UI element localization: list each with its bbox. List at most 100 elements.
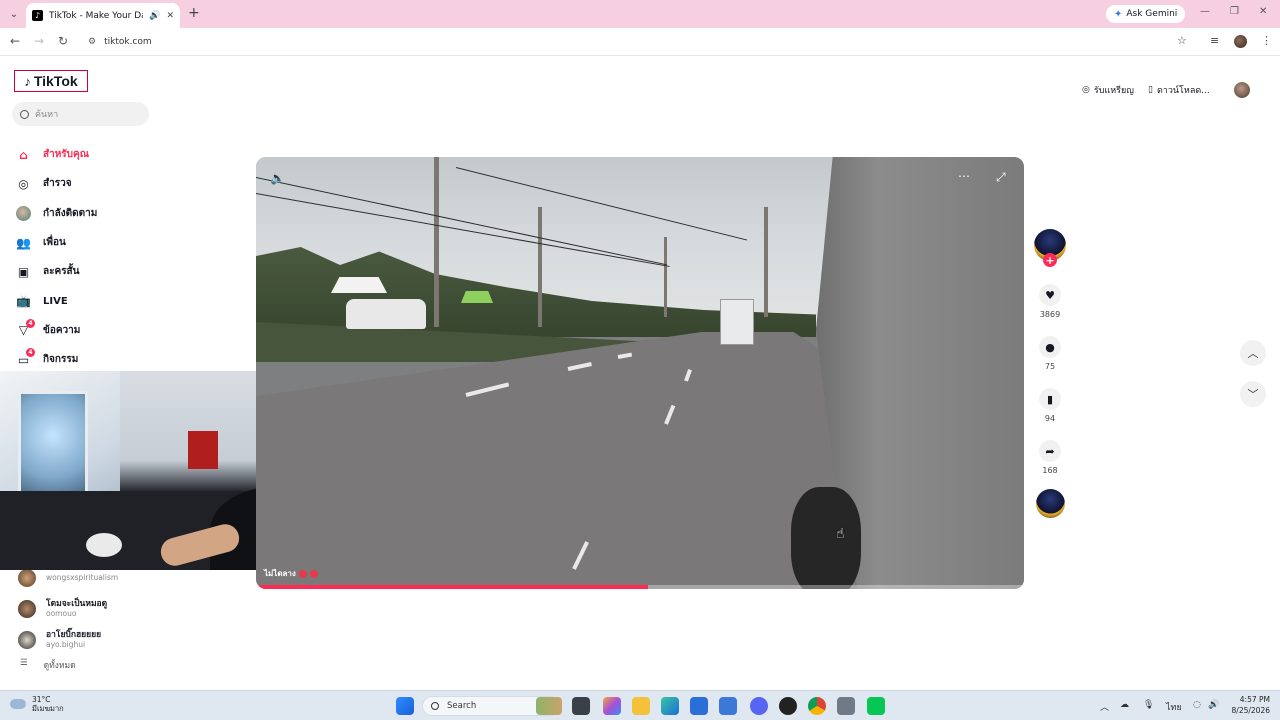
sidebar-nav: ⌂ สำหรับคุณ ◎ สำรวจ กำลังติดตาม 👥 เพื่อน… [16,140,216,374]
fullscreen-icon[interactable]: ⤢ [996,170,1006,185]
ask-gemini-button[interactable]: ✦ Ask Gemini [1106,5,1186,23]
share-count: 168 [1042,466,1058,475]
windows-start-icon[interactable] [396,697,414,715]
tab-close-icon[interactable]: ✕ [166,11,174,21]
new-tab-button[interactable]: + [188,5,200,21]
friends-icon: 👥 [16,235,31,250]
sidebar-item-for-you[interactable]: ⌂ สำหรับคุณ [16,140,216,169]
tiktok-logo[interactable]: ♪ TikTok [14,70,88,92]
see-all-link[interactable]: ☰ ดูทั้งหมด [20,658,76,672]
tab-audio-icon[interactable]: 🔊 [149,11,160,21]
video-green-tent [461,291,493,303]
tab-title: TikTok - Make Your Day [49,10,144,21]
forward-icon[interactable]: → [34,34,44,48]
line-icon[interactable] [867,697,885,715]
user-avatar[interactable] [1234,82,1250,98]
search-icon [20,109,29,119]
music-disc-icon[interactable] [1036,489,1065,518]
previous-video-button[interactable]: ︿ [1240,340,1266,366]
video-tent [331,277,387,293]
get-coins-link[interactable]: ◎ รับแหรียญ [1082,83,1134,97]
sidebar-item-label: กำลังติดตาม [43,207,98,219]
tab-search-chevron-icon[interactable]: ⌄ [6,6,22,22]
search-input[interactable]: ค้นหา [12,102,149,126]
volume-icon[interactable]: 🔊 [1208,700,1219,710]
task-view-icon[interactable] [572,697,590,715]
video-pickup-truck [346,299,426,329]
copilot-icon[interactable] [603,697,621,715]
more-options-icon[interactable]: ⋯ [958,169,970,183]
wifi-icon[interactable]: ◌ [1193,700,1201,710]
browser-menu-icon[interactable]: ⋮ [1261,34,1272,47]
back-icon[interactable]: ← [10,34,20,48]
sidebar-item-friends[interactable]: 👥 เพื่อน [16,228,216,257]
drama-icon: ▣ [17,264,30,279]
chrome-icon[interactable] [808,697,826,715]
bookmark-icon: ▮ [1039,388,1061,410]
edge-icon[interactable] [661,697,679,715]
minimize-icon[interactable]: — [1200,6,1210,17]
video-player[interactable]: 🔈 ⋯ ⤢ ไม่ไดลาง [256,157,1024,589]
video-progress-bar[interactable] [256,585,1024,589]
clock-time: 4:57 PM [1239,695,1270,704]
sidebar-item-label: LIVE [43,295,68,307]
reload-icon[interactable]: ↻ [58,34,68,48]
microphone-icon[interactable]: 🎙 [1143,700,1154,710]
webcam-mouse [86,533,122,557]
sidebar-item-drama[interactable]: ▣ ละครสั้น [16,257,216,286]
notepad-icon[interactable] [837,697,855,715]
share-button[interactable]: ➦ 168 [1039,440,1063,475]
following-account[interactable]: โดมจะเป็นหมอดู oomouo [18,593,238,624]
following-avatar-icon [16,205,31,221]
creator-avatar[interactable]: + [1034,229,1066,267]
sidebar-item-explore[interactable]: ◎ สำรวจ [16,169,216,198]
url-text: tiktok.com [104,37,152,47]
site-info-icon[interactable]: ⚙ [88,37,96,47]
emoji-icon [309,569,318,578]
cloud-icon [10,699,26,709]
following-account[interactable]: อาโยบิ๊กฮยยยย ayo.bighui [18,624,238,655]
sidebar-item-messages[interactable]: ▽ 4 ข้อความ [16,316,216,345]
outlook-icon[interactable] [719,697,737,715]
share-icon: ➦ [1039,440,1061,462]
list-icon: ☰ [20,658,28,668]
next-video-button[interactable]: ﹀ [1240,381,1266,407]
bookmark-star-icon[interactable]: ☆ [1177,34,1187,47]
cloud-sync-icon[interactable]: ☁ [1120,700,1129,710]
tray-chevron-up-icon[interactable]: ︿ [1100,700,1109,713]
hand-cursor-icon: ☝ [836,526,845,542]
video-pole [664,237,667,317]
sidebar-item-live[interactable]: 📺 LIVE [16,286,216,315]
download-app-link[interactable]: ▯ ดาวน์โหลด... [1148,83,1210,97]
like-count: 3869 [1039,310,1061,319]
browser-profile-avatar[interactable] [1234,35,1247,48]
sidebar-item-following[interactable]: กำลังติดตาม [16,199,216,228]
comment-count: 75 [1044,362,1056,371]
omnibox[interactable]: ⚙ tiktok.com [82,31,1202,53]
restore-icon[interactable]: ❐ [1230,6,1239,17]
input-language[interactable]: ไทย [1166,700,1182,714]
follow-plus-icon[interactable]: + [1043,253,1057,267]
media-control-icon[interactable]: ≡ [1210,34,1219,47]
like-button[interactable]: ♥ 3869 [1039,284,1063,319]
save-button[interactable]: ▮ 94 [1039,388,1063,423]
temperature: 31°C [32,695,51,704]
sidebar-item-activity[interactable]: ▭ 4 กิจกรรม [16,345,216,374]
comment-button[interactable]: ● 75 [1039,336,1063,371]
browser-tab[interactable]: ♪ TikTok - Make Your Day 🔊 ✕ [26,3,180,28]
message-icon: ▽ 4 [16,318,35,338]
window-close-icon[interactable]: ✕ [1259,6,1267,17]
discord-icon[interactable] [750,697,768,715]
phone-icon: ▯ [1148,85,1153,95]
weather-widget[interactable]: 31°C มีเมฆมาก [10,695,64,713]
windows-taskbar: 31°C มีเมฆมาก Search ︿ ☁ 🎙 ไทย ◌ 🔊 4:57 … [0,690,1280,720]
store-icon[interactable] [690,697,708,715]
file-explorer-icon[interactable] [632,697,650,715]
emoji-icon [298,569,307,578]
tiktok-note-icon: ♪ [24,73,31,89]
system-clock[interactable]: 4:57 PM 8/25/2026 [1228,694,1270,716]
volume-icon[interactable]: 🔈 [270,171,285,185]
account-handle: oomouo [46,608,77,618]
search-highlight-icon[interactable] [536,697,562,715]
obs-icon[interactable] [779,697,797,715]
